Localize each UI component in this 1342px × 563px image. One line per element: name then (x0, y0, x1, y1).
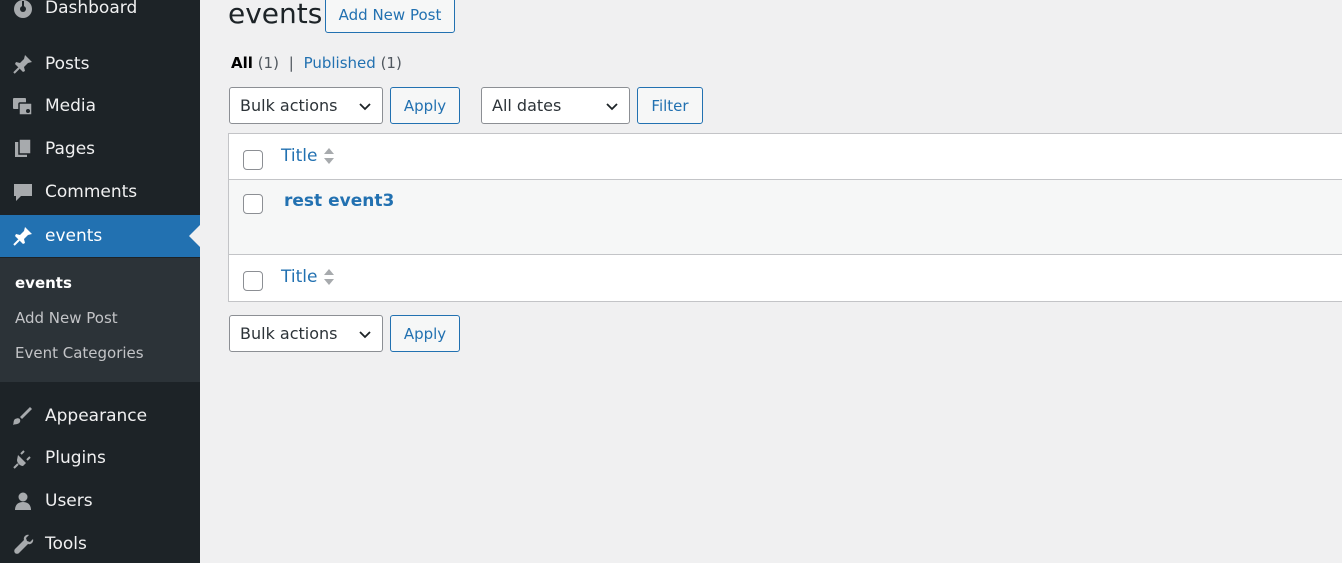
view-published-link[interactable]: Published (304, 54, 376, 72)
view-published-count: (1) (380, 54, 402, 72)
apply-button[interactable]: Apply (390, 87, 460, 124)
sidebar-item-media[interactable]: Media (0, 85, 200, 127)
bulk-actions-select[interactable]: Bulk actions (229, 87, 383, 124)
page-title: events (228, 0, 323, 30)
sidebar-item-posts[interactable]: Posts (0, 43, 200, 85)
current-menu-arrow (189, 225, 200, 247)
filter-button[interactable]: Filter (637, 87, 703, 124)
sort-icon (323, 267, 335, 287)
view-all-count: (1) (257, 54, 279, 72)
dashboard-icon (11, 0, 35, 20)
bulk-actions-select-bottom[interactable]: Bulk actions (229, 315, 383, 352)
sidebar-item-label: Dashboard (45, 0, 138, 18)
sidebar-item-label: Plugins (45, 448, 106, 468)
sidebar-item-label: events (45, 226, 103, 246)
wrench-icon (11, 532, 35, 556)
sidebar-item-plugins[interactable]: Plugins (0, 437, 200, 479)
row-checkbox[interactable] (243, 194, 263, 214)
view-all-link[interactable]: All (231, 54, 253, 72)
select-all-checkbox-footer[interactable] (243, 271, 263, 291)
admin-sidebar: Dashboard Posts Media Pages Comments eve… (0, 0, 200, 563)
column-title-sort-footer[interactable]: Title (281, 267, 335, 287)
events-submenu: events Add New Post Event Categories (0, 258, 200, 382)
apply-button-bottom[interactable]: Apply (390, 315, 460, 352)
pages-icon (11, 137, 35, 161)
pin-icon (11, 52, 35, 76)
add-new-post-button[interactable]: Add New Post (325, 0, 455, 33)
sidebar-item-label: Appearance (45, 406, 148, 426)
table-footer-row: Title (229, 255, 1342, 301)
chevron-down-icon (358, 99, 372, 118)
sidebar-item-pages[interactable]: Pages (0, 128, 200, 170)
sidebar-item-label: Pages (45, 139, 96, 159)
bulk-actions-selected: Bulk actions (240, 324, 338, 343)
chevron-down-icon (605, 99, 619, 118)
dates-filter-selected: All dates (492, 96, 562, 115)
brush-icon (11, 404, 35, 428)
column-title-label: Title (281, 267, 318, 287)
plugin-icon (11, 446, 35, 470)
sidebar-item-comments[interactable]: Comments (0, 171, 200, 213)
view-separator: | (288, 54, 294, 72)
sidebar-item-users[interactable]: Users (0, 480, 200, 522)
column-title-label: Title (281, 146, 318, 166)
column-title-sort[interactable]: Title (281, 146, 335, 166)
sidebar-item-events[interactable]: events (0, 215, 200, 257)
comment-icon (11, 180, 35, 204)
user-icon (11, 489, 35, 513)
sidebar-item-label: Media (45, 96, 97, 116)
media-icon (11, 94, 35, 118)
sidebar-item-label: Comments (45, 182, 138, 202)
sidebar-item-tools[interactable]: Tools (0, 523, 200, 563)
sidebar-item-dashboard[interactable]: Dashboard (0, 0, 200, 29)
sidebar-item-label: Users (45, 491, 93, 511)
submenu-item-events[interactable]: events (15, 274, 72, 292)
submenu-item-add-new-post[interactable]: Add New Post (15, 309, 118, 327)
pin-icon (11, 224, 35, 248)
post-title-link[interactable]: rest event3 (284, 191, 394, 211)
sidebar-item-label: Tools (45, 534, 87, 554)
sidebar-item-label: Posts (45, 54, 90, 74)
chevron-down-icon (358, 327, 372, 346)
dates-filter-select[interactable]: All dates (481, 87, 630, 124)
table-row: rest event3 (229, 180, 1342, 255)
sidebar-item-appearance[interactable]: Appearance (0, 395, 200, 437)
table-header-row: Title (229, 134, 1342, 180)
bulk-actions-selected: Bulk actions (240, 96, 338, 115)
posts-table: Title rest event3 Title (228, 133, 1342, 302)
select-all-checkbox[interactable] (243, 150, 263, 170)
submenu-item-event-categories[interactable]: Event Categories (15, 344, 144, 362)
sort-icon (323, 146, 335, 166)
post-status-views: All (1) | Published (1) (231, 54, 402, 72)
